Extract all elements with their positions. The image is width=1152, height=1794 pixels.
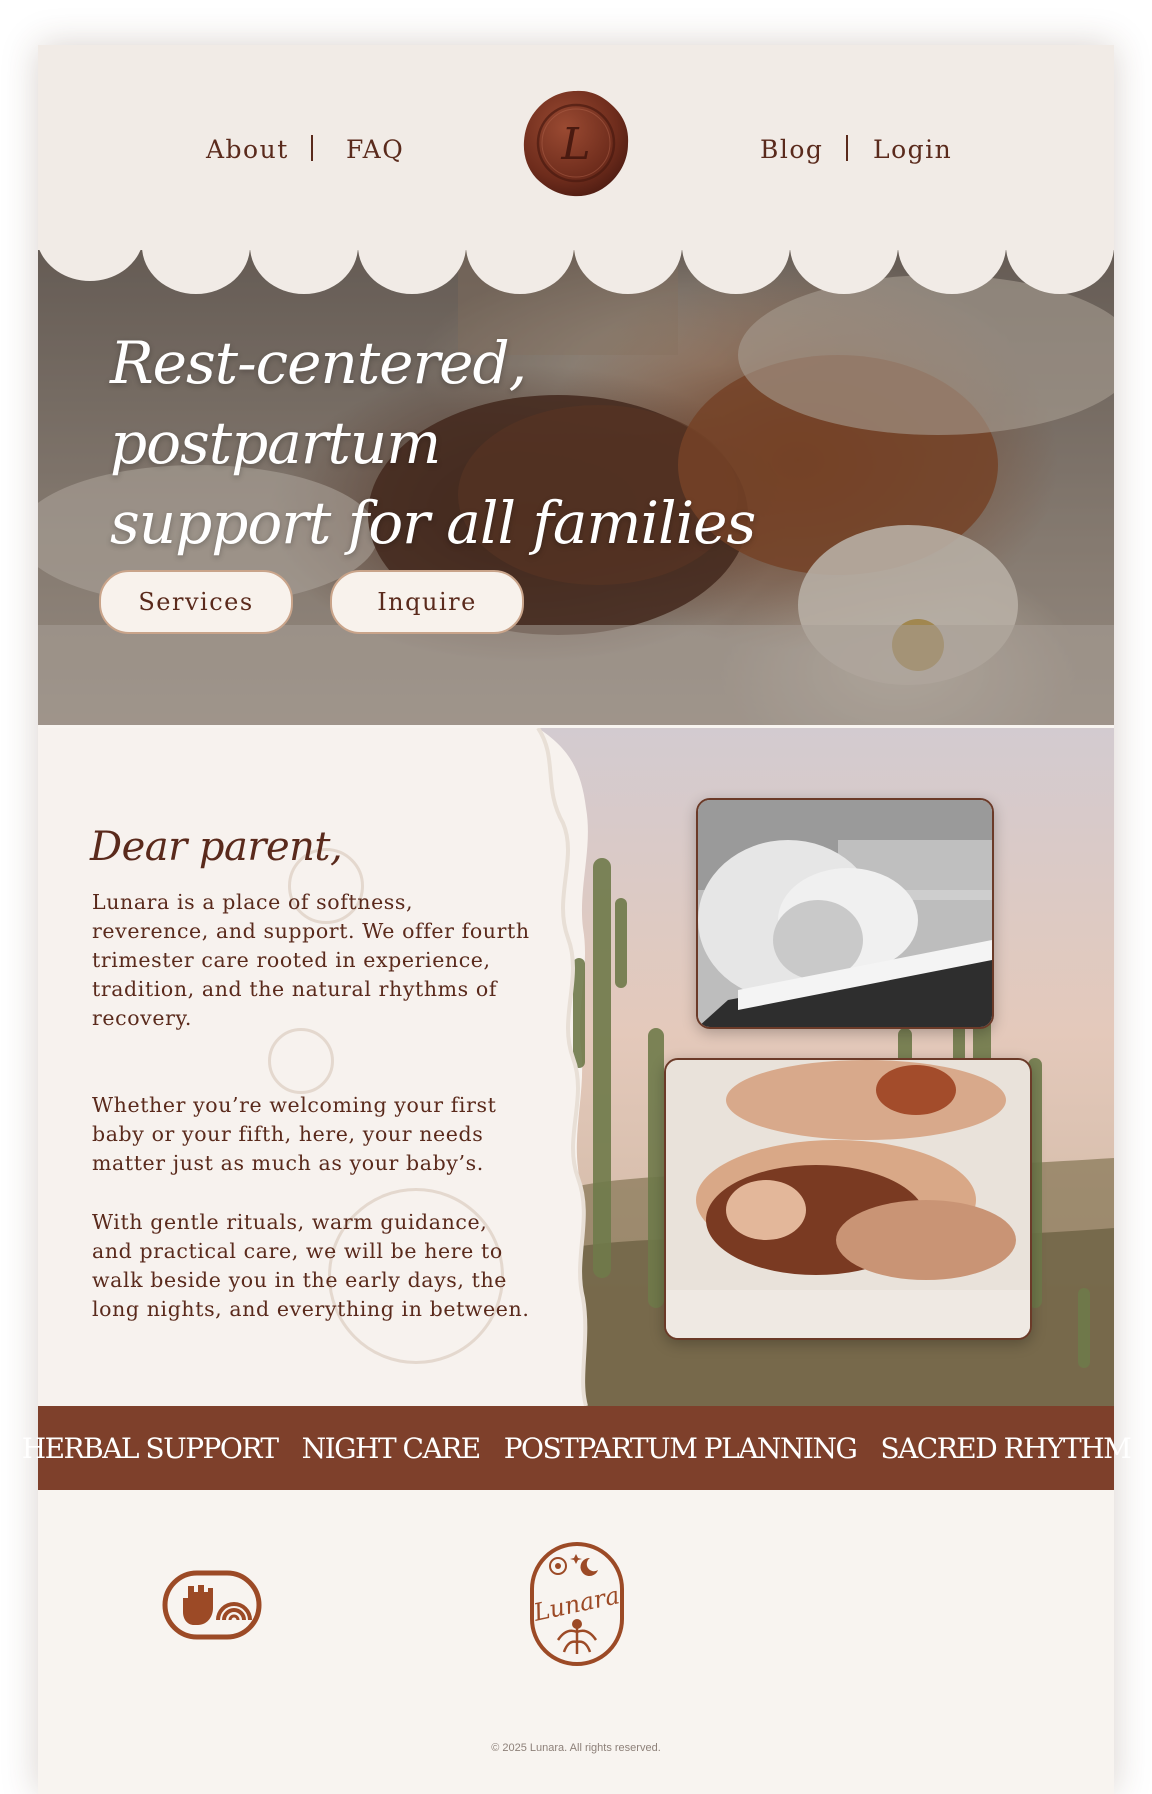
services-band: HERBAL SUPPORT NIGHT CARE POSTPARTUM PLA… — [22, 1406, 1132, 1490]
hero-title-line2: support for all families — [110, 489, 756, 557]
services-button[interactable]: Services — [99, 570, 293, 634]
band-item-sacred-rhythm: SACRED RHYTHM — [880, 1431, 1131, 1465]
inquire-button[interactable]: Inquire — [330, 570, 524, 634]
wax-seal-icon[interactable]: L — [520, 87, 632, 199]
pregnant-belly-photo — [664, 1058, 1032, 1340]
letter-paragraph-3: With gentle rituals, warm guidance, and … — [92, 1210, 530, 1321]
letter-greeting: Dear parent, — [90, 824, 343, 870]
scalloped-edge — [38, 240, 1114, 294]
page: About FAQ L Blog Login Rest-centered, po… — [22, 45, 1132, 1794]
nav-login-link[interactable]: Login — [873, 135, 952, 164]
letter-section: Dear parent, Lunara is a place of softne… — [38, 728, 1114, 1406]
lunara-floral-logo-icon[interactable]: Lunara — [528, 1540, 626, 1672]
nav-divider — [311, 135, 313, 161]
copyright-text: © 2025 Lunara. All rights reserved. — [491, 1742, 661, 1754]
band-item-herbal: HERBAL SUPPORT — [21, 1431, 279, 1465]
letter-paragraph-2: Whether you’re welcoming your first baby… — [92, 1093, 497, 1175]
hero-section: Rest-centered, postpartum support for al… — [38, 245, 1114, 725]
nav-divider — [846, 135, 848, 161]
letter-paragraph-1: Lunara is a place of softness, reverence… — [92, 890, 530, 1030]
fist-rainbow-badge-icon — [162, 1570, 262, 1644]
hero-title-line1: Rest-centered, postpartum — [110, 329, 527, 477]
nav-faq-link[interactable]: FAQ — [346, 135, 404, 164]
nav-about-link[interactable]: About — [206, 135, 289, 164]
hero-title: Rest-centered, postpartum support for al… — [110, 323, 830, 563]
band-item-postpartum-planning: POSTPARTUM PLANNING — [503, 1431, 858, 1465]
seal-letter: L — [560, 119, 590, 170]
coffee-stain — [268, 1028, 334, 1094]
nav-blog-link[interactable]: Blog — [760, 135, 823, 164]
site-header: About FAQ L Blog Login — [38, 45, 1114, 250]
newborn-photo — [696, 798, 994, 1029]
band-item-night-care: NIGHT CARE — [301, 1431, 482, 1465]
